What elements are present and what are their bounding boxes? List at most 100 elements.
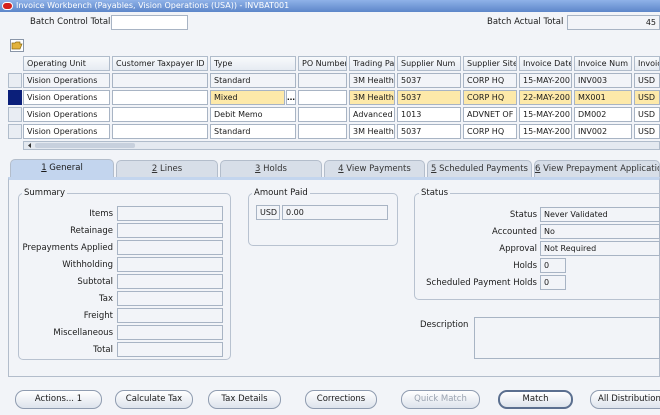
description-field [474,317,660,359]
table-cell-currency[interactable]: USD [634,73,660,88]
table-cell-supplier-num[interactable]: 1013 [397,107,461,122]
table-cell-invoice-date[interactable]: 22-MAY-200 [519,90,572,105]
items-field [117,206,223,221]
table-cell-trading-partner[interactable]: 3M Health [349,73,395,88]
row-indicator[interactable] [8,73,22,88]
table-cell-invoice-date[interactable]: 15-MAY-200 [519,107,572,122]
status-value: Never Validated [540,207,660,222]
table-cell-po-number[interactable] [298,90,347,105]
table-cell-po-number[interactable] [298,124,347,139]
window-title-bar: Invoice Workbench (Payables, Vision Oper… [0,0,660,12]
table-cell-type[interactable]: Mixed [210,90,285,105]
column-header-invoice-num: Invoice Num [574,56,632,71]
folder-open-icon[interactable] [10,39,24,52]
table-cell-invoice-num[interactable]: MX001 [574,90,632,105]
withholding-label: Withholding [62,260,113,270]
prepayments-applied-label: Prepayments Applied [22,243,113,253]
table-cell-invoice-num[interactable]: INV003 [574,73,632,88]
table-cell-supplier-site[interactable]: CORP HQ [463,73,517,88]
column-header-customer-taxpayer-id: Customer Taxpayer ID [112,56,208,71]
table-cell-currency[interactable]: USD [634,90,660,105]
items-label: Items [89,209,113,219]
table-cell-supplier-site[interactable]: CORP HQ [463,90,517,105]
list-of-values-button[interactable]: … [286,90,296,105]
miscellaneous-label: Miscellaneous [53,328,113,338]
tab-scheduled-payments[interactable]: 5 Scheduled Payments [427,160,532,177]
oracle-app-icon [2,2,13,10]
table-cell-supplier-num[interactable]: 5037 [397,73,461,88]
table-cell-invoice-date[interactable]: 15-MAY-200 [519,73,572,88]
column-header-invoice-currency: Invoic [634,56,660,71]
table-cell-invoice-date[interactable]: 15-MAY-200 [519,124,572,139]
scrollbar-thumb[interactable] [35,143,135,148]
table-cell-operating-unit[interactable]: Vision Operations [23,107,110,122]
tab-lines[interactable]: 2 Lines [116,160,218,177]
table-cell-currency[interactable]: USD [634,107,660,122]
row-indicator-current[interactable] [8,90,22,105]
tax-label: Tax [98,294,113,304]
table-cell-po-number[interactable] [298,73,347,88]
total-label: Total [93,345,113,355]
retainage-field [117,223,223,238]
table-cell-supplier-site[interactable]: CORP HQ [463,124,517,139]
batch-actual-total-label: Batch Actual Total [487,17,564,27]
miscellaneous-field [117,325,223,340]
subtotal-label: Subtotal [77,277,113,287]
prepayments-applied-field [117,240,223,255]
approval-value: Not Required [540,241,660,256]
table-cell-operating-unit[interactable]: Vision Operations [23,124,110,139]
table-cell-supplier-num[interactable]: 5037 [397,124,461,139]
table-cell-taxpayer-id[interactable] [112,107,208,122]
table-cell-trading-partner[interactable]: 3M Health [349,90,395,105]
table-cell-taxpayer-id[interactable] [112,124,208,139]
status-title: Status [419,188,451,198]
window-title: Invoice Workbench (Payables, Vision Oper… [16,1,290,10]
column-header-operating-unit: Operating Unit [23,56,110,71]
table-cell-taxpayer-id[interactable] [112,73,208,88]
total-field [117,342,223,357]
table-cell-trading-partner[interactable]: Advanced I [349,107,395,122]
tab-view-payments[interactable]: 4 View Payments [324,160,425,177]
column-header-supplier-num: Supplier Num [397,56,461,71]
corrections-button[interactable]: Corrections [305,390,377,409]
column-header-trading-partner: Trading Pa [349,56,395,71]
table-cell-type[interactable]: Debit Memo [210,107,296,122]
calculate-tax-button[interactable]: Calculate Tax [115,390,193,409]
table-cell-po-number[interactable] [298,107,347,122]
tab-holds[interactable]: 3 Holds [220,160,322,177]
column-header-supplier-site: Supplier Site [463,56,517,71]
tax-details-button[interactable]: Tax Details [208,390,281,409]
table-cell-taxpayer-id[interactable] [112,90,208,105]
table-cell-supplier-site[interactable]: ADVNET OF [463,107,517,122]
tab-view-prepayment-applications[interactable]: 6 View Prepayment Applications [534,160,660,177]
table-horizontal-scrollbar[interactable] [23,141,660,150]
approval-label: Approval [499,244,537,254]
arrow-left-icon[interactable] [25,142,34,149]
table-cell-invoice-num[interactable]: DM002 [574,107,632,122]
tab-general[interactable]: 1 General [10,159,114,177]
table-cell-trading-partner[interactable]: 3M Health [349,124,395,139]
table-cell-operating-unit[interactable]: Vision Operations [23,90,110,105]
tax-field [117,291,223,306]
table-cell-supplier-num[interactable]: 5037 [397,90,461,105]
column-header-po-number: PO Number [298,56,347,71]
row-indicator[interactable] [8,124,22,139]
table-cell-currency[interactable]: USD [634,124,660,139]
amount-paid-currency: USD [256,205,280,220]
freight-field [117,308,223,323]
match-button[interactable]: Match [498,390,573,409]
row-indicator[interactable] [8,107,22,122]
quick-match-button[interactable]: Quick Match [401,390,480,409]
description-label: Description [420,320,469,330]
table-cell-invoice-num[interactable]: INV002 [574,124,632,139]
table-cell-operating-unit[interactable]: Vision Operations [23,73,110,88]
all-distributions-button[interactable]: All Distributions [590,390,660,409]
table-cell-type[interactable]: Standard [210,124,296,139]
amount-paid-value: 0.00 [282,205,388,220]
table-cell-type[interactable]: Standard [210,73,296,88]
retainage-label: Retainage [70,226,113,236]
holds-value: 0 [540,258,566,273]
batch-control-total-field[interactable] [111,15,188,30]
summary-title: Summary [22,188,68,198]
actions-button[interactable]: Actions... 1 [15,390,102,409]
